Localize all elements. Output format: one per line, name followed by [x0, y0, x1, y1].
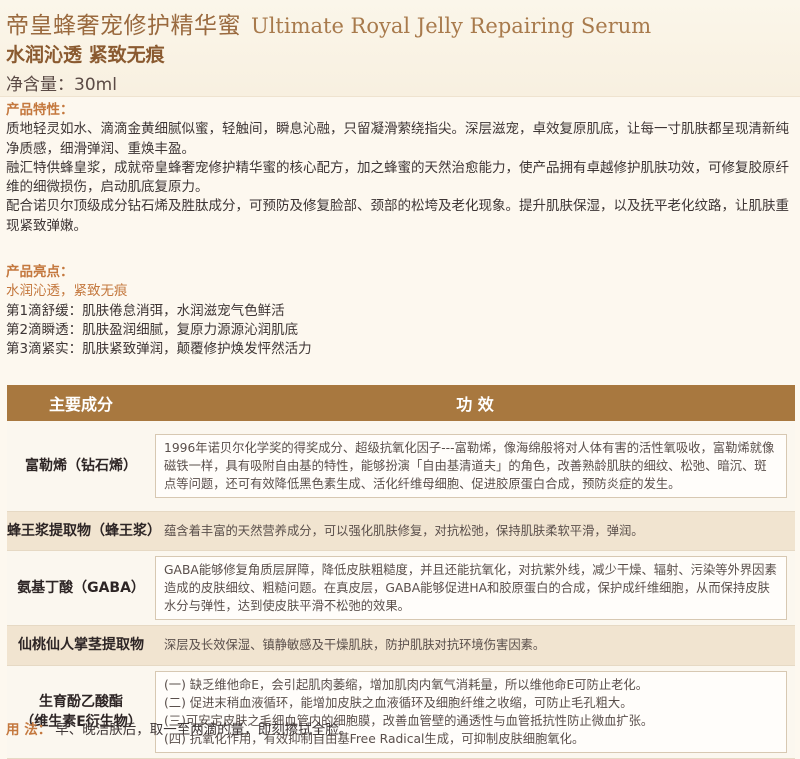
ingredient-name: 氨基丁酸（GABA）: [7, 550, 155, 626]
usage-text: 早、晚洁肤后，取一至两滴的量，即刻擦拭全脸。: [55, 722, 353, 738]
ingredient-effect: 蕴含着丰富的天然营养成分，可以强化肌肤修复，对抗松弛，保持肌肤柔软平滑，弹润。: [164, 523, 644, 538]
product-title: 帝皇蜂奢宠修护精华蜜 Ultimate Royal Jelly Repairing…: [6, 6, 651, 40]
usage-section: 用 法： 早、晚洁肤后，取一至两滴的量，即刻擦拭全脸。: [6, 718, 352, 738]
table-header-ingredient: 主要成分: [7, 385, 155, 421]
ingredients-table: 主要成分 功 效 富勒烯（钻石烯） 1996年诺贝尔化学奖的得奖成分、超级抗氧化…: [7, 385, 795, 759]
ingredient-effect: GABA能够修复角质层屏障，降低皮肤粗糙度，并且还能抗氧化，对抗紫外线，减少干燥…: [155, 555, 787, 620]
features-section: 产品特性： 质地轻灵如水、滴滴金黄细腻似蜜，轻触间，瞬息沁融，只留凝滑萦绕指尖。…: [6, 101, 796, 236]
title-english: Ultimate Royal Jelly Repairing Serum: [251, 14, 652, 38]
ingredient-effect-cell: GABA能够修复角质层屏障，降低皮肤粗糙度，并且还能抗氧化，对抗紫外线，减少干燥…: [155, 550, 795, 626]
effect-line: (一) 缺乏维他命E，会引起肌肉萎缩，增加肌肉内氧气消耗量，所以维他命E可防止老…: [164, 677, 649, 692]
ingredient-effect-cell: 1996年诺贝尔化学奖的得奖成分、超级抗氧化因子---富勒烯，像海绵般将对人体有…: [155, 421, 795, 512]
table-row: 蜂王浆提取物（蜂王浆） 蕴含着丰富的天然营养成分，可以强化肌肤修复，对抗松弛，保…: [7, 511, 795, 551]
table-header-row: 主要成分 功 效: [7, 385, 795, 421]
table-row: 氨基丁酸（GABA） GABA能够修复角质层屏障，降低皮肤粗糙度，并且还能抗氧化…: [7, 550, 795, 626]
usage-label: 用 法：: [6, 722, 52, 738]
title-chinese: 帝皇蜂奢宠修护精华蜜: [6, 13, 241, 39]
ingredient-effect-cell: (一) 缺乏维他命E，会引起肌肉萎缩，增加肌肉内氧气消耗量，所以维他命E可防止老…: [155, 665, 795, 759]
table-row: 富勒烯（钻石烯） 1996年诺贝尔化学奖的得奖成分、超级抗氧化因子---富勒烯，…: [7, 421, 795, 512]
ingredient-name-line-1: 生育酚乙酸酯: [39, 693, 123, 710]
ingredient-name: 生育酚乙酸酯 （维生素E衍生物）: [7, 665, 155, 759]
highlights-title: 产品亮点：: [6, 264, 74, 280]
highlights-section: 产品亮点： 水润沁透，紧致无痕 第1滴舒缓：肌肤倦怠消弭，水润滋宠气色鲜活 第2…: [6, 263, 796, 359]
ingredient-effect: (一) 缺乏维他命E，会引起肌肉萎缩，增加肌肉内氧气消耗量，所以维他命E可防止老…: [155, 670, 787, 753]
header: 帝皇蜂奢宠修护精华蜜 Ultimate Royal Jelly Repairing…: [0, 0, 800, 96]
features-paragraph-3: 配合诺贝尔顶级成分钻石烯及胜肽成分，可预防及修复脸部、颈部的松垮及老化现象。提升…: [6, 198, 789, 234]
net-content: 净含量：30ml: [6, 75, 117, 95]
ingredient-effect-cell: 蕴含着丰富的天然营养成分，可以强化肌肤修复，对抗松弛，保持肌肤柔软平滑，弹润。: [155, 511, 795, 551]
ingredient-name: 仙桃仙人掌茎提取物: [7, 625, 155, 666]
features-paragraph-1: 质地轻灵如水、滴滴金黄细腻似蜜，轻触间，瞬息沁融，只留凝滑萦绕指尖。深层滋宠，卓…: [6, 121, 789, 157]
highlight-item: 第2滴瞬透：肌肤盈润细腻，复原力源源沁润肌底: [6, 321, 299, 338]
table-row: 生育酚乙酸酯 （维生素E衍生物） (一) 缺乏维他命E，会引起肌肉萎缩，增加肌肉…: [7, 665, 795, 759]
features-paragraph-2: 融汇特供蜂皇浆，成就帝皇蜂奢宠修护精华蜜的核心配方，加之蜂蜜的天然治愈能力，使产…: [6, 159, 789, 196]
ingredient-effect-cell: 深层及长效保湿、镇静敏感及干燥肌肤，防护肌肤对抗环境伤害因素。: [155, 625, 795, 666]
highlight-item: 第1滴舒缓：肌肤倦怠消弭，水润滋宠气色鲜活: [6, 302, 285, 319]
highlights-subtitle: 水润沁透，紧致无痕: [6, 283, 128, 300]
highlight-item: 第3滴紧实：肌肤紧致弹润，颠覆修护焕发怦然活力: [6, 341, 312, 358]
header-divider: [0, 96, 800, 97]
table-header-effect: 功 效: [155, 385, 795, 421]
features-title: 产品特性：: [6, 102, 74, 118]
ingredient-name: 蜂王浆提取物（蜂王浆）: [7, 511, 161, 551]
ingredient-name: 富勒烯（钻石烯）: [7, 421, 155, 512]
ingredient-effect: 深层及长效保湿、镇静敏感及干燥肌肤，防护肌肤对抗环境伤害因素。: [164, 638, 546, 652]
ingredient-effect: 1996年诺贝尔化学奖的得奖成分、超级抗氧化因子---富勒烯，像海绵般将对人体有…: [155, 433, 787, 498]
effect-line: (二) 促进末稍血液循环，能增加皮肤之血液循环及细胞纤维之收缩，可防止毛孔粗大。: [164, 695, 633, 710]
table-row: 仙桃仙人掌茎提取物 深层及长效保湿、镇静敏感及干燥肌肤，防护肌肤对抗环境伤害因素…: [7, 625, 795, 666]
product-subtitle: 水润沁透 紧致无痕: [6, 44, 165, 66]
